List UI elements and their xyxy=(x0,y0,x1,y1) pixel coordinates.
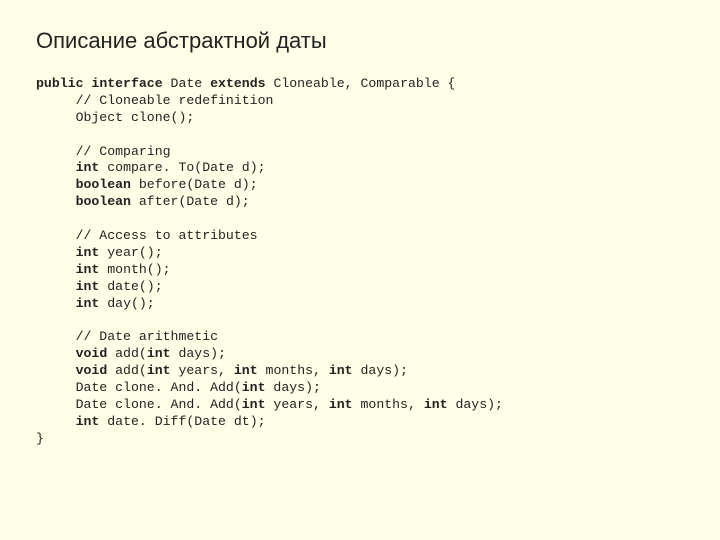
kw-void: void xyxy=(76,363,108,378)
code-indent xyxy=(36,346,76,361)
code-text: add( xyxy=(107,346,147,361)
code-indent xyxy=(36,414,76,429)
code-text: date(); xyxy=(99,279,162,294)
code-text: date. Diff(Date dt); xyxy=(99,414,265,429)
code-indent xyxy=(36,245,76,260)
code-indent xyxy=(36,194,76,209)
kw-void: void xyxy=(76,346,108,361)
kw-int: int xyxy=(329,397,353,412)
code-indent xyxy=(36,160,76,175)
code-indent xyxy=(36,177,76,192)
code-line: Object clone(); xyxy=(36,110,194,125)
code-indent xyxy=(36,296,76,311)
code-text: days); xyxy=(448,397,503,412)
code-text: before(Date d); xyxy=(131,177,258,192)
kw-boolean: boolean xyxy=(76,177,131,192)
kw-int: int xyxy=(76,414,100,429)
code-line: // Comparing xyxy=(36,144,171,159)
code-text: years, xyxy=(171,363,234,378)
code-line: // Date arithmetic xyxy=(36,329,218,344)
kw-int: int xyxy=(76,160,100,175)
code-text: add( xyxy=(107,363,147,378)
code-text: years, xyxy=(266,397,329,412)
kw-int: int xyxy=(76,279,100,294)
kw-extends: extends xyxy=(210,76,265,91)
kw-int: int xyxy=(242,397,266,412)
slide: Описание абстрактной даты public interfa… xyxy=(0,0,720,540)
code-text: months, xyxy=(258,363,329,378)
code-line: // Cloneable redefinition xyxy=(36,93,273,108)
code-text: after(Date d); xyxy=(131,194,250,209)
code-line: // Access to attributes xyxy=(36,228,258,243)
kw-interface: interface xyxy=(91,76,162,91)
code-text: Date clone. And. Add( xyxy=(36,397,242,412)
kw-int: int xyxy=(76,296,100,311)
kw-int: int xyxy=(76,262,100,277)
kw-int: int xyxy=(242,380,266,395)
slide-title: Описание абстрактной даты xyxy=(36,28,684,54)
code-text: Date clone. And. Add( xyxy=(36,380,242,395)
code-text: year(); xyxy=(99,245,162,260)
code-indent xyxy=(36,262,76,277)
kw-int: int xyxy=(147,346,171,361)
code-text: month(); xyxy=(99,262,170,277)
code-line: } xyxy=(36,431,44,446)
code-text: compare. To(Date d); xyxy=(99,160,265,175)
code-text: day(); xyxy=(99,296,154,311)
code-text: days); xyxy=(266,380,321,395)
code-text: Cloneable, Comparable { xyxy=(266,76,456,91)
code-text: months, xyxy=(353,397,424,412)
code-text: days); xyxy=(171,346,226,361)
code-indent xyxy=(36,363,76,378)
code-indent xyxy=(36,279,76,294)
kw-int: int xyxy=(76,245,100,260)
kw-boolean: boolean xyxy=(76,194,131,209)
code-text: days); xyxy=(353,363,408,378)
kw-public: public xyxy=(36,76,83,91)
code-block: public interface Date extends Cloneable,… xyxy=(36,76,684,448)
kw-int: int xyxy=(329,363,353,378)
kw-int: int xyxy=(147,363,171,378)
code-text: Date xyxy=(163,76,210,91)
kw-int: int xyxy=(234,363,258,378)
kw-int: int xyxy=(424,397,448,412)
